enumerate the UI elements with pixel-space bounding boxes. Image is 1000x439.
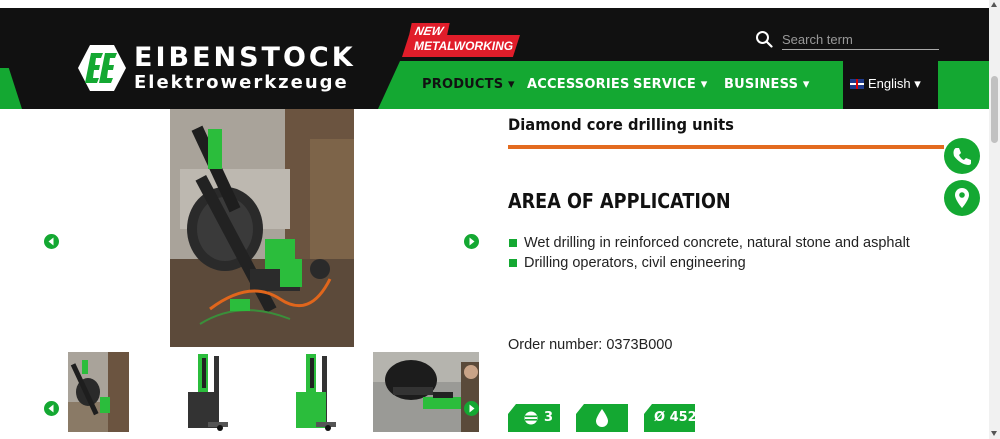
gear-speed-icon [524, 411, 538, 425]
main-nav: PRODUCTS ▾ ACCESSORIES SERVICE ▾ BUSINES… [378, 61, 843, 109]
diameter-chip: Ø 452 [644, 404, 695, 432]
language-label: English ▾ [868, 76, 921, 91]
diameter-value: Ø 452 [654, 410, 697, 425]
nav-item-service[interactable]: SERVICE ▾ [633, 77, 707, 92]
logo-name: EIBENSTOCK [134, 42, 356, 73]
thumbnail-2[interactable] [180, 352, 240, 432]
thumbnail-1[interactable] [68, 352, 129, 432]
list-item: Wet drilling in reinforced concrete, nat… [508, 234, 910, 254]
section-title: AREA OF APPLICATION [508, 189, 731, 213]
scroll-down-arrow-icon[interactable] [991, 431, 997, 436]
search-input[interactable] [782, 30, 939, 50]
site-header: EIBENSTOCK Elektrowerkzeuge NEW METALWOR… [0, 8, 989, 109]
location-pin-icon [955, 188, 969, 208]
product-main-image[interactable] [170, 109, 354, 347]
product-title: Diamond core drilling units [508, 115, 734, 134]
header-accent-left [0, 68, 22, 109]
brand-logo[interactable]: EIBENSTOCK Elektrowerkzeuge [78, 44, 356, 92]
thumbnail-4[interactable] [373, 352, 479, 432]
nav-item-business[interactable]: BUSINESS ▾ [724, 77, 810, 92]
logo-subname: Elektrowerkzeuge [134, 72, 349, 93]
nav-item-products[interactable]: PRODUCTS ▾ [422, 77, 515, 92]
thumbs-prev-arrow-icon[interactable] [44, 401, 59, 416]
language-selector[interactable]: English ▾ [843, 61, 938, 109]
scrollbar-thumb[interactable] [991, 76, 998, 143]
speed-chip: 3 [508, 404, 560, 432]
bullet-square-icon [509, 239, 517, 247]
header-accent-right [938, 61, 989, 109]
nav-item-accessories[interactable]: ACCESSORIES [527, 77, 630, 92]
gallery-next-arrow-icon[interactable] [464, 234, 479, 249]
speed-value: 3 [544, 410, 554, 425]
search-icon[interactable] [755, 30, 773, 48]
application-list: Wet drilling in reinforced concrete, nat… [508, 234, 910, 273]
thumbs-next-arrow-icon[interactable] [464, 401, 479, 416]
water-chip [576, 404, 628, 432]
list-item-text: Wet drilling in reinforced concrete, nat… [524, 235, 910, 251]
title-divider [508, 145, 944, 149]
gallery-prev-arrow-icon[interactable] [44, 234, 59, 249]
badge-label: METALWORKING [402, 35, 520, 57]
list-item-text: Drilling operators, civil engineering [524, 254, 746, 271]
uk-flag-icon [850, 79, 864, 89]
search-bar [755, 28, 939, 50]
logo-mark-icon [78, 45, 126, 91]
phone-icon [953, 148, 971, 165]
location-button[interactable] [944, 180, 980, 216]
water-drop-icon [596, 409, 608, 427]
bullet-square-icon [509, 258, 517, 267]
page-scrollbar[interactable] [989, 0, 1000, 439]
phone-button[interactable] [944, 138, 980, 174]
scroll-up-arrow-icon[interactable] [991, 2, 997, 7]
order-number: Order number: 0373B000 [508, 337, 673, 353]
list-item: Drilling operators, civil engineering [508, 254, 910, 274]
metalworking-badge[interactable]: NEW METALWORKING [402, 23, 522, 61]
thumbnail-3[interactable] [292, 352, 352, 432]
language-toggle[interactable]: English ▾ [850, 76, 921, 92]
logo-text: EIBENSTOCK Elektrowerkzeuge [134, 44, 356, 92]
